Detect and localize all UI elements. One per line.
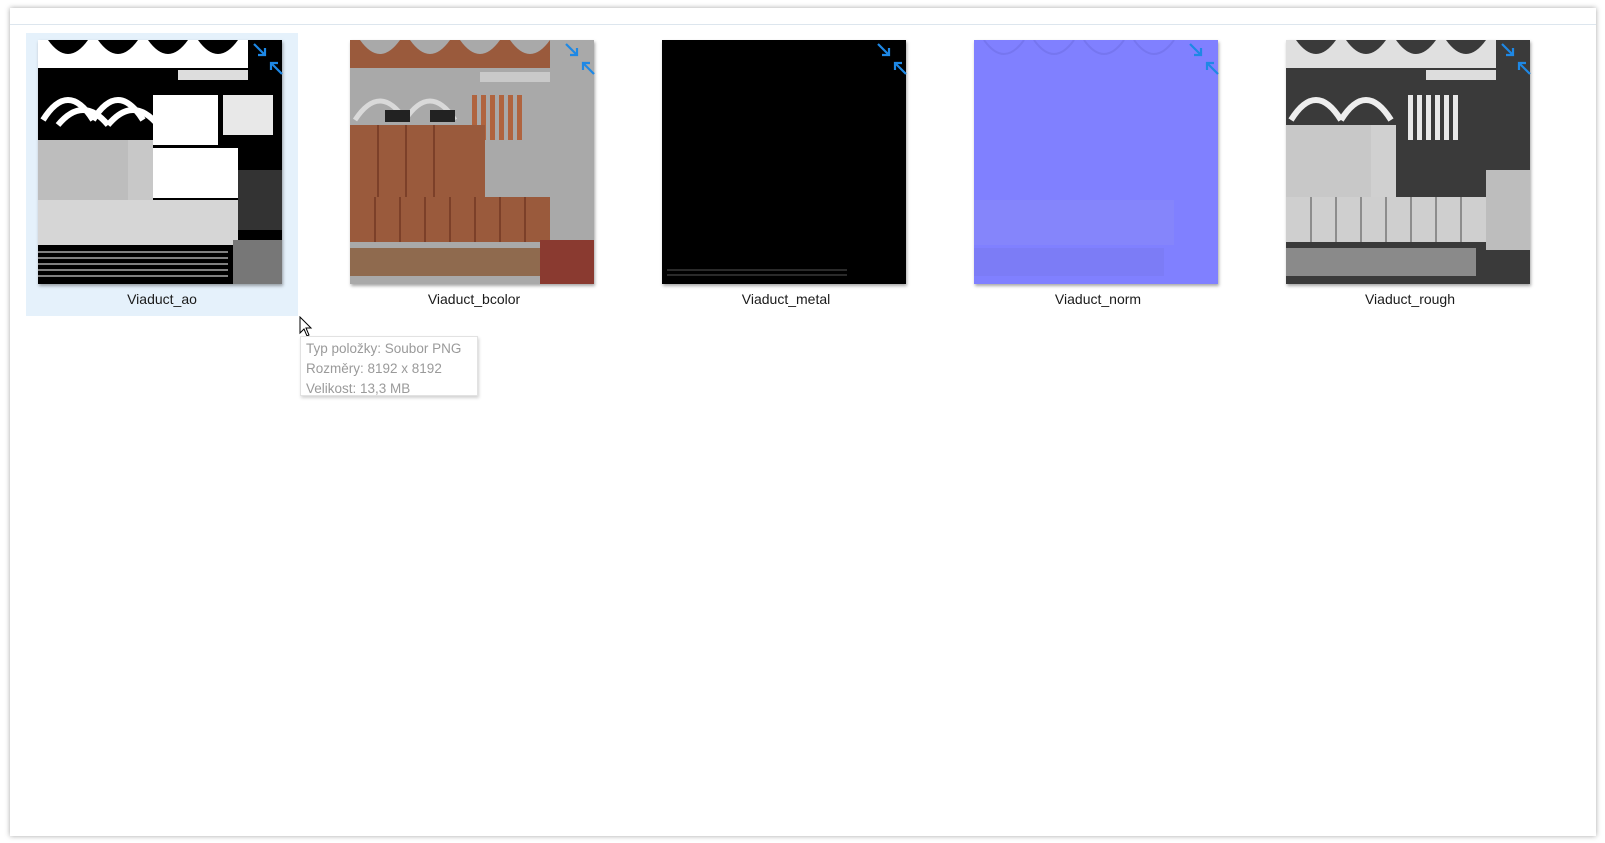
thumbnail-norm [974, 40, 1218, 284]
file-tile-norm[interactable]: Viaduct_norm [962, 33, 1234, 316]
file-tile-ao[interactable]: Viaduct_ao [26, 33, 298, 316]
compressed-arrows-icon [253, 43, 283, 75]
file-tile-rough[interactable]: Viaduct_rough [1274, 33, 1546, 316]
file-grid: Viaduct_ao Viaduct_bcolor Viaduct_metal … [26, 33, 1586, 333]
thumbnail-metal [662, 40, 906, 284]
compressed-arrows-icon [1189, 43, 1219, 75]
mouse-cursor-icon [299, 316, 313, 337]
file-name-label: Viaduct_bcolor [427, 291, 521, 307]
file-name-label: Viaduct_rough [1364, 291, 1456, 307]
file-tile-bcolor[interactable]: Viaduct_bcolor [338, 33, 610, 316]
file-name-label: Viaduct_norm [1054, 291, 1142, 307]
file-tile-metal[interactable]: Viaduct_metal [650, 33, 922, 316]
header-divider [10, 24, 1596, 25]
tooltip-size: Velikost: 13,3 MB [306, 381, 411, 396]
compressed-arrows-icon [1501, 43, 1531, 75]
file-explorer-window: Viaduct_ao Viaduct_bcolor Viaduct_metal … [10, 8, 1596, 836]
compressed-arrows-icon [565, 43, 595, 75]
thumbnail-bcolor [350, 40, 594, 284]
file-name-label: Viaduct_ao [127, 291, 197, 307]
thumbnail-ao [38, 40, 282, 284]
tooltip-dimensions: Rozměry: 8192 x 8192 [306, 361, 442, 376]
file-name-label: Viaduct_metal [741, 291, 831, 307]
tooltip-type: Typ položky: Soubor PNG [306, 341, 462, 356]
thumbnail-rough [1286, 40, 1530, 284]
file-info-tooltip: Typ položky: Soubor PNG Rozměry: 8192 x … [300, 336, 478, 396]
compressed-arrows-icon [877, 43, 907, 75]
